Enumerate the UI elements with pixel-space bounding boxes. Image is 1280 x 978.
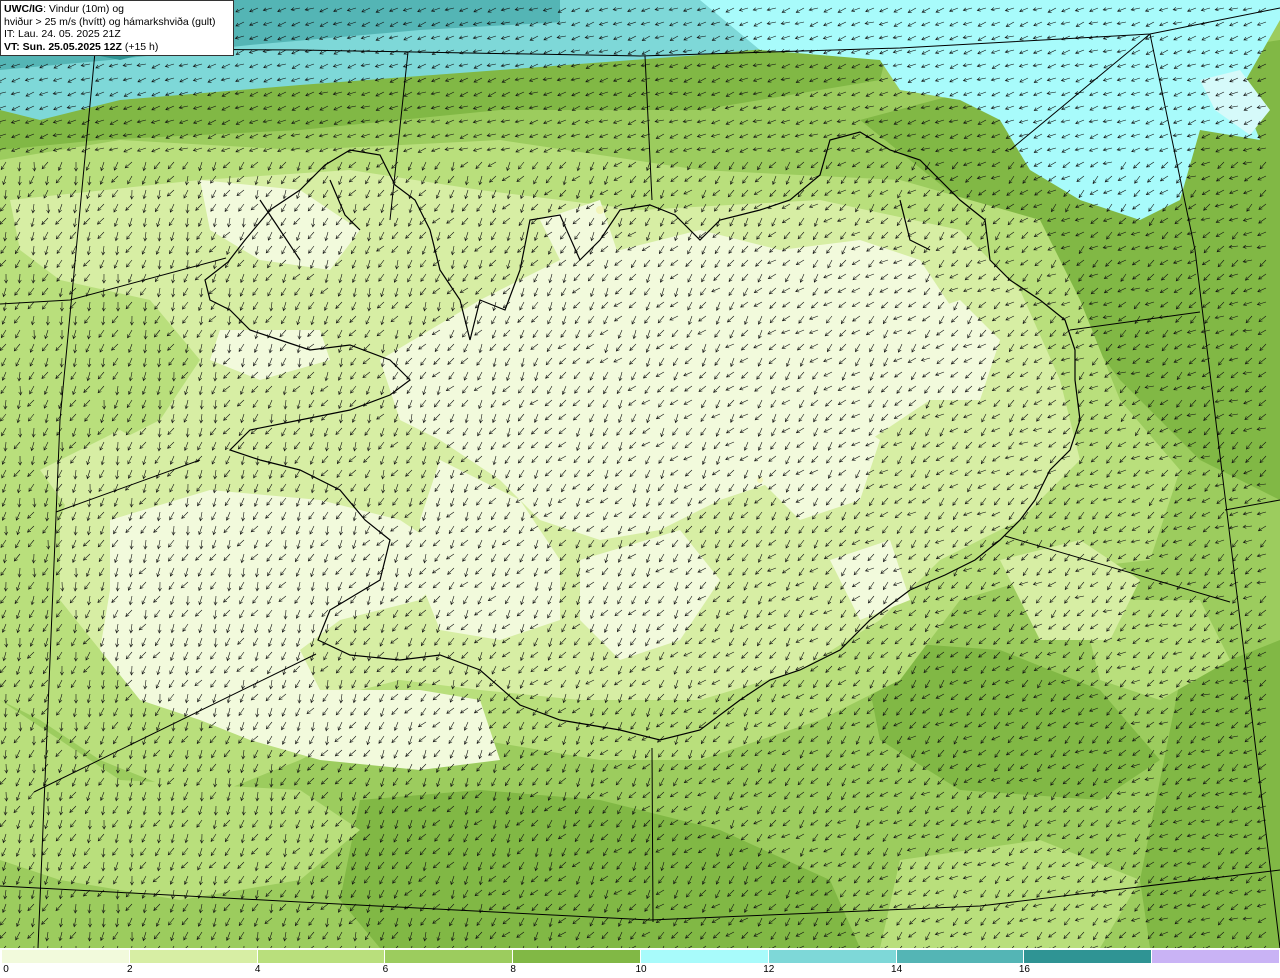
wind-map [0, 0, 1280, 948]
wind-map-canvas [0, 0, 1280, 948]
